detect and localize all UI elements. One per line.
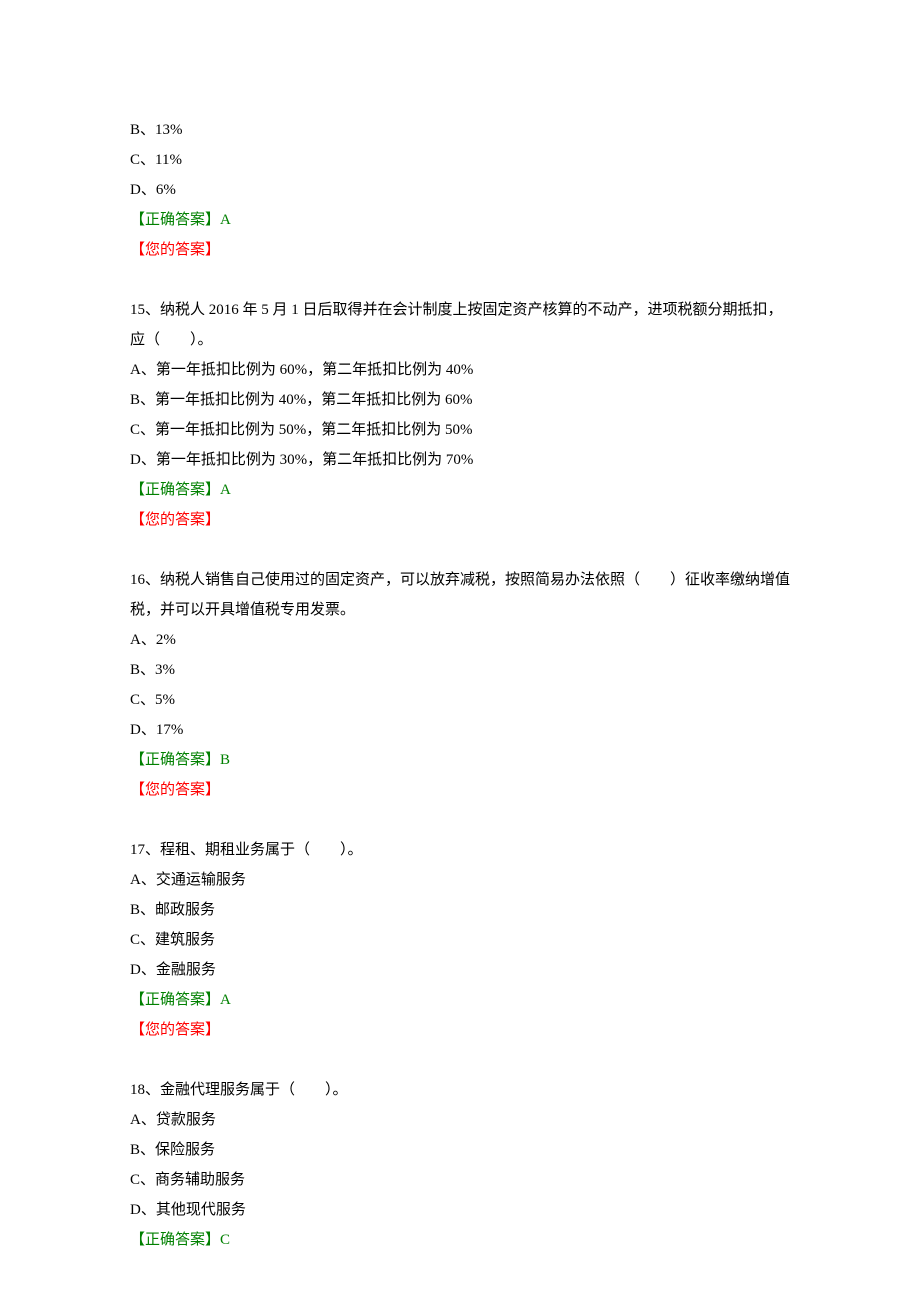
option-d: D、17% <box>130 715 790 745</box>
document-page: B、13% C、11% D、6% 【正确答案】A 【您的答案】 15、纳税人 2… <box>0 0 920 1315</box>
correct-answer-value: A <box>220 482 231 498</box>
your-answer-label: 【您的答案】 <box>130 512 220 528</box>
correct-answer: 【正确答案】C <box>130 1225 790 1255</box>
correct-answer-value: A <box>220 992 231 1008</box>
question-text: 18、金融代理服务属于（ ）。 <box>130 1075 790 1105</box>
correct-answer-label: 【正确答案】 <box>130 752 220 768</box>
option-b: B、保险服务 <box>130 1135 790 1165</box>
your-answer: 【您的答案】 <box>130 235 790 265</box>
option-d: D、6% <box>130 175 790 205</box>
question-text: 17、程租、期租业务属于（ ）。 <box>130 835 790 865</box>
correct-answer: 【正确答案】A <box>130 205 790 235</box>
option-b: B、邮政服务 <box>130 895 790 925</box>
your-answer: 【您的答案】 <box>130 775 790 805</box>
correct-answer-label: 【正确答案】 <box>130 212 220 228</box>
option-c: C、11% <box>130 145 790 175</box>
question-15: 15、纳税人 2016 年 5 月 1 日后取得并在会计制度上按固定资产核算的不… <box>130 295 790 535</box>
option-a: A、贷款服务 <box>130 1105 790 1135</box>
correct-answer-label: 【正确答案】 <box>130 482 220 498</box>
your-answer-label: 【您的答案】 <box>130 782 220 798</box>
option-d: D、其他现代服务 <box>130 1195 790 1225</box>
your-answer-label: 【您的答案】 <box>130 242 220 258</box>
correct-answer-value: C <box>220 1232 230 1248</box>
option-c: C、第一年抵扣比例为 50%，第二年抵扣比例为 50% <box>130 415 790 445</box>
option-a: A、交通运输服务 <box>130 865 790 895</box>
your-answer: 【您的答案】 <box>130 505 790 535</box>
option-b: B、13% <box>130 115 790 145</box>
correct-answer: 【正确答案】A <box>130 475 790 505</box>
option-c: C、商务辅助服务 <box>130 1165 790 1195</box>
correct-answer-value: B <box>220 752 230 768</box>
correct-answer: 【正确答案】B <box>130 745 790 775</box>
question-17: 17、程租、期租业务属于（ ）。 A、交通运输服务 B、邮政服务 C、建筑服务 … <box>130 835 790 1045</box>
question-16: 16、纳税人销售自己使用过的固定资产，可以放弃减税，按照简易办法依照（ ）征收率… <box>130 565 790 805</box>
correct-answer-value: A <box>220 212 231 228</box>
correct-answer: 【正确答案】A <box>130 985 790 1015</box>
option-a: A、2% <box>130 625 790 655</box>
correct-answer-label: 【正确答案】 <box>130 1232 220 1248</box>
question-text: 16、纳税人销售自己使用过的固定资产，可以放弃减税，按照简易办法依照（ ）征收率… <box>130 565 790 625</box>
question-text: 15、纳税人 2016 年 5 月 1 日后取得并在会计制度上按固定资产核算的不… <box>130 295 790 355</box>
question-14-tail: B、13% C、11% D、6% 【正确答案】A 【您的答案】 <box>130 115 790 265</box>
correct-answer-label: 【正确答案】 <box>130 992 220 1008</box>
option-a: A、第一年抵扣比例为 60%，第二年抵扣比例为 40% <box>130 355 790 385</box>
option-d: D、金融服务 <box>130 955 790 985</box>
your-answer: 【您的答案】 <box>130 1015 790 1045</box>
your-answer-label: 【您的答案】 <box>130 1022 220 1038</box>
question-18: 18、金融代理服务属于（ ）。 A、贷款服务 B、保险服务 C、商务辅助服务 D… <box>130 1075 790 1255</box>
option-c: C、建筑服务 <box>130 925 790 955</box>
option-c: C、5% <box>130 685 790 715</box>
option-b: B、第一年抵扣比例为 40%，第二年抵扣比例为 60% <box>130 385 790 415</box>
option-b: B、3% <box>130 655 790 685</box>
option-d: D、第一年抵扣比例为 30%，第二年抵扣比例为 70% <box>130 445 790 475</box>
